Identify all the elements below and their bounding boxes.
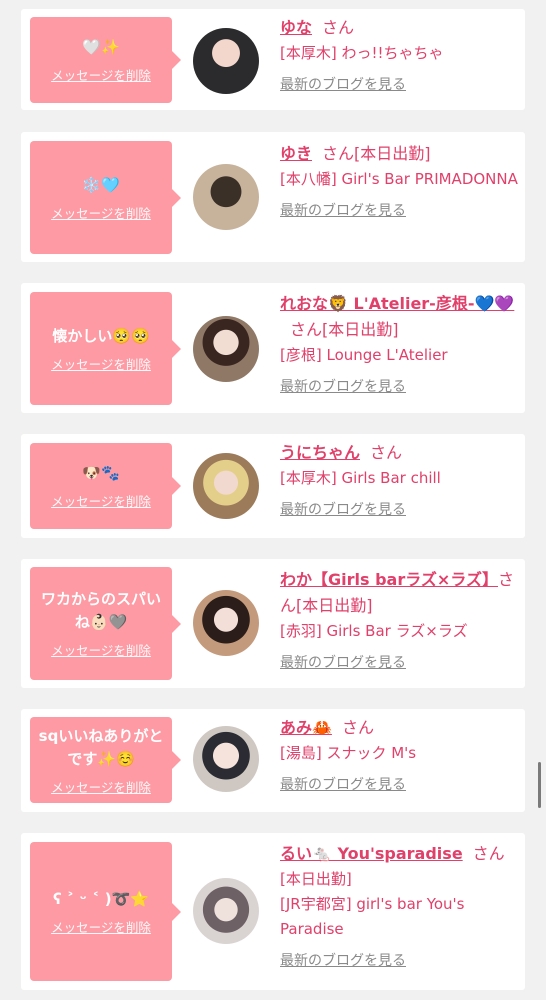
delete-message-link[interactable]: メッセージを削除 (51, 491, 151, 510)
avatar[interactable] (193, 878, 259, 944)
avatar[interactable] (193, 28, 259, 94)
honorific: さん (322, 144, 355, 163)
cast-info: ゆき さん[本日出勤] [本八幡] Girl's Bar PRIMADONNA 最… (280, 141, 520, 220)
shop-name: [JR宇都宮] girl's bar You's Paradise (280, 895, 465, 938)
avatar[interactable] (193, 726, 259, 792)
delete-message-link[interactable]: メッセージを削除 (51, 354, 151, 373)
message-text: ワカからのスパいね👶🏻🩶 (40, 590, 161, 631)
latest-blog-link[interactable]: 最新のブログを見る (280, 499, 406, 519)
latest-blog-link[interactable]: 最新のブログを見る (280, 652, 406, 672)
honorific: さん (290, 320, 323, 339)
shop-name: [湯島] スナック M's (280, 744, 417, 762)
favorites-list: 🤍✨ メッセージを削除 ゆな さん [本厚木] わっ!!ちゃちゃ 最新のブログを見… (0, 0, 546, 1000)
honorific: さん (322, 18, 355, 37)
avatar[interactable] (193, 590, 259, 656)
favorite-card: 懐かしい🥺🥺 メッセージを削除 れおな🦁 L'Atelier-彦根-💙💜 さん[本… (21, 283, 525, 413)
honorific: さん (370, 443, 403, 462)
cast-info: れおな🦁 L'Atelier-彦根-💙💜 さん[本日出勤] [彦根] Lounge… (280, 291, 520, 396)
delete-message-link[interactable]: メッセージを削除 (51, 203, 151, 222)
latest-blog-link[interactable]: 最新のブログを見る (280, 774, 406, 794)
favorite-card: ワカからのスパいね👶🏻🩶 メッセージを削除 わか【Girls barラズ×ラズ】… (21, 559, 525, 688)
favorite-card: ❄️🩵 メッセージを削除 ゆき さん[本日出勤] [本八幡] Girl's Bar… (21, 132, 525, 262)
favorite-card: 🤍✨ メッセージを削除 ゆな さん [本厚木] わっ!!ちゃちゃ 最新のブログを見… (21, 9, 525, 110)
cast-name-link[interactable]: れおな🦁 L'Atelier-彦根-💙💜 (280, 294, 514, 313)
cast-name-link[interactable]: うにちゃん (280, 443, 360, 462)
favorite-card: ʕ ˃ ᵕ ˂ )➰⭐️ メッセージを削除 るい🐁 You'sparadise さ… (21, 833, 525, 990)
shop-name: [本八幡] Girl's Bar PRIMADONNA (280, 170, 518, 188)
avatar[interactable] (193, 453, 259, 519)
cast-info: わか【Girls barラズ×ラズ】さん[本日出勤] [赤羽] Girls Ba… (280, 567, 520, 672)
shop-name: [本厚木] Girls Bar chill (280, 469, 441, 487)
today-status: [本日出勤] (322, 320, 399, 339)
message-text: 🐶🐾 (82, 464, 120, 482)
message-bubble: 懐かしい🥺🥺 メッセージを削除 (30, 292, 181, 405)
favorite-card: sqいいねありがとです✨☺️ メッセージを削除 あみ🦀 さん [湯島] スナック … (21, 709, 525, 812)
avatar[interactable] (193, 164, 259, 230)
cast-name-link[interactable]: ゆき (280, 144, 312, 163)
message-text: sqいいねありがとです✨☺️ (38, 726, 164, 768)
message-bubble: ʕ ˃ ᵕ ˂ )➰⭐️ メッセージを削除 (30, 842, 181, 981)
message-bubble: ワカからのスパいね👶🏻🩶 メッセージを削除 (30, 567, 181, 680)
cast-info: ゆな さん [本厚木] わっ!!ちゃちゃ 最新のブログを見る (280, 15, 520, 94)
shop-name: [彦根] Lounge L'Atelier (280, 346, 448, 364)
delete-message-link[interactable]: メッセージを削除 (51, 777, 151, 796)
message-bubble: ❄️🩵 メッセージを削除 (30, 141, 181, 254)
latest-blog-link[interactable]: 最新のブログを見る (280, 200, 406, 220)
honorific: さん (341, 718, 374, 737)
delete-message-link[interactable]: メッセージを削除 (51, 640, 151, 659)
cast-info: るい🐁 You'sparadise さん [本日出勤] [JR宇都宮] girl'… (280, 841, 520, 970)
cast-name-link[interactable]: ゆな (280, 18, 312, 37)
message-bubble: 🐶🐾 メッセージを削除 (30, 443, 181, 529)
latest-blog-link[interactable]: 最新のブログを見る (280, 950, 406, 970)
message-bubble: 🤍✨ メッセージを削除 (30, 17, 181, 103)
message-text: 🤍✨ (82, 38, 120, 56)
today-status: [本日出勤] (354, 144, 431, 163)
favorite-card: 🐶🐾 メッセージを削除 うにちゃん さん [本厚木] Girls Bar chil… (21, 434, 525, 538)
avatar[interactable] (193, 316, 259, 382)
message-text: ❄️🩵 (82, 175, 120, 194)
cast-name-link[interactable]: あみ🦀 (280, 718, 332, 737)
today-status: [本日出勤] (296, 596, 373, 615)
cast-name-link[interactable]: るい🐁 You'sparadise (280, 844, 463, 863)
delete-message-link[interactable]: メッセージを削除 (51, 65, 151, 84)
message-text: 懐かしい🥺🥺 (52, 326, 150, 345)
message-text: ʕ ˃ ᵕ ˂ )➰⭐️ (52, 889, 149, 908)
message-bubble: sqいいねありがとです✨☺️ メッセージを削除 (30, 717, 181, 803)
cast-name-link[interactable]: わか【Girls barラズ×ラズ】 (280, 570, 498, 589)
delete-message-link[interactable]: メッセージを削除 (51, 917, 151, 936)
today-status: [本日出勤] (280, 870, 352, 888)
cast-info: あみ🦀 さん [湯島] スナック M's 最新のブログを見る (280, 715, 520, 794)
scrollbar[interactable] (538, 762, 541, 808)
latest-blog-link[interactable]: 最新のブログを見る (280, 376, 406, 396)
cast-info: うにちゃん さん [本厚木] Girls Bar chill 最新のブログを見る (280, 440, 520, 519)
shop-name: [本厚木] わっ!!ちゃちゃ (280, 44, 444, 62)
latest-blog-link[interactable]: 最新のブログを見る (280, 74, 406, 94)
shop-name: [赤羽] Girls Bar ラズ×ラズ (280, 622, 468, 640)
honorific: さん (472, 844, 505, 863)
